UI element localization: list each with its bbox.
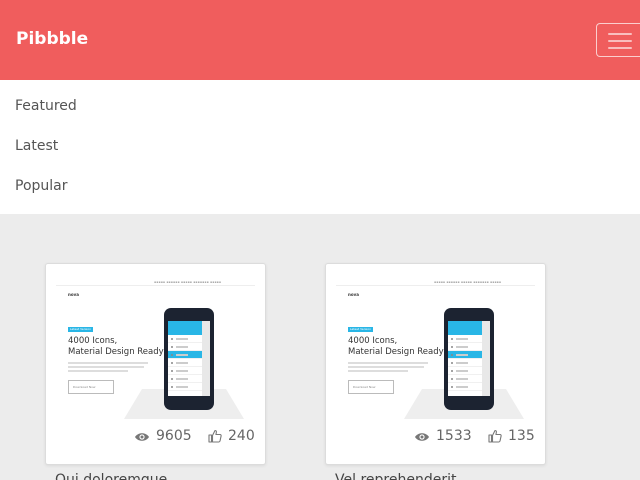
nav-item-popular[interactable]: Popular (15, 178, 68, 194)
shot-preview-image[interactable]: ▪▪▪▪▪ ▪▪▪▪▪▪ ▪▪▪▪▪ ▪▪▪▪▪▪▪ ▪▪▪▪▪ nova La… (46, 264, 265, 422)
preview-nav: ▪▪▪▪▪ ▪▪▪▪▪▪ ▪▪▪▪▪ ▪▪▪▪▪▪▪ ▪▪▪▪▪ (154, 280, 222, 284)
preview-text-line (68, 366, 144, 368)
preview-nav: ▪▪▪▪▪ ▪▪▪▪▪▪ ▪▪▪▪▪ ▪▪▪▪▪▪▪ ▪▪▪▪▪ (434, 280, 502, 284)
shot-preview-image[interactable]: ▪▪▪▪▪ ▪▪▪▪▪▪ ▪▪▪▪▪ ▪▪▪▪▪▪▪ ▪▪▪▪▪ nova La… (326, 264, 545, 422)
eye-icon (135, 433, 149, 441)
preview-divider (336, 285, 535, 286)
shot-stats: 9605 240 (46, 428, 265, 446)
nav-item-latest[interactable]: Latest (15, 138, 58, 154)
preview-logo: nova (68, 292, 79, 297)
preview-badge: Latest Version (68, 327, 93, 332)
thumbs-up-icon (208, 429, 222, 443)
brand-logo[interactable]: Pibbble (16, 29, 88, 49)
preview-text-line (68, 362, 148, 364)
preview-text-line (68, 370, 128, 372)
eye-icon (415, 433, 429, 441)
preview-download-button: Download Now (68, 380, 114, 394)
views-count: 9605 (134, 428, 192, 444)
views-count: 1533 (414, 428, 472, 444)
shot-title[interactable]: Vel reprehenderit (335, 472, 456, 480)
nav-menu: Featured Latest Popular (0, 80, 640, 214)
nav-item-featured[interactable]: Featured (15, 98, 77, 114)
shot-stats: 1533 135 (326, 428, 545, 446)
likes-count[interactable]: 135 (488, 428, 535, 444)
hamburger-icon (608, 33, 632, 54)
preview-divider (56, 285, 255, 286)
preview-badge: Latest Version (348, 327, 373, 332)
preview-logo: nova (348, 292, 359, 297)
preview-text-line (348, 362, 428, 364)
thumbs-up-icon (488, 429, 502, 443)
preview-text-line (348, 366, 424, 368)
shot-card[interactable]: ▪▪▪▪▪ ▪▪▪▪▪▪ ▪▪▪▪▪ ▪▪▪▪▪▪▪ ▪▪▪▪▪ nova La… (325, 263, 546, 465)
top-navbar: Pibbble (0, 0, 640, 80)
preview-download-button: Download Now (348, 380, 394, 394)
likes-count[interactable]: 240 (208, 428, 255, 444)
preview-phone (444, 308, 494, 410)
preview-phone (164, 308, 214, 410)
menu-toggle-button[interactable] (596, 23, 640, 57)
shot-title[interactable]: Qui doloremque (55, 472, 167, 480)
preview-text-line (348, 370, 408, 372)
shot-card[interactable]: ▪▪▪▪▪ ▪▪▪▪▪▪ ▪▪▪▪▪ ▪▪▪▪▪▪▪ ▪▪▪▪▪ nova La… (45, 263, 266, 465)
